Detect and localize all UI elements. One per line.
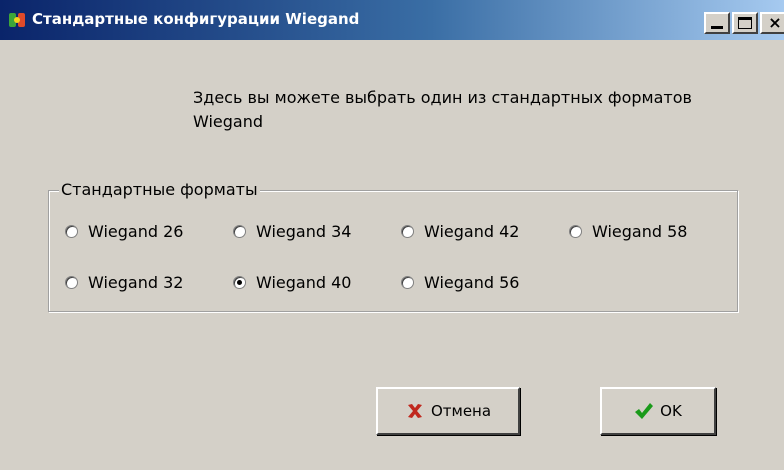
radio-button-checked-icon[interactable] bbox=[233, 275, 246, 289]
radio-button-icon[interactable] bbox=[65, 224, 78, 238]
radio-button-icon[interactable] bbox=[401, 275, 414, 289]
radio-wiegand-42[interactable]: Wiegand 42 bbox=[401, 219, 519, 243]
radio-wiegand-40[interactable]: Wiegand 40 bbox=[233, 270, 351, 294]
green-checkmark-icon bbox=[635, 403, 654, 419]
standard-formats-group: Стандартные форматы Wiegand 26 Wiegand 3… bbox=[48, 180, 738, 312]
description-text: Здесь вы можете выбрать один из стандарт… bbox=[193, 88, 692, 131]
radio-button-icon[interactable] bbox=[233, 224, 246, 238]
window-title: Стандартные конфигурации Wiegand bbox=[32, 10, 360, 28]
ok-button-label: OK bbox=[660, 402, 682, 420]
ok-button[interactable]: OK bbox=[600, 387, 716, 435]
app-icon bbox=[9, 13, 25, 27]
group-title: Стандартные форматы bbox=[59, 180, 260, 200]
radio-label: Wiegand 58 bbox=[592, 221, 688, 241]
radio-label: Wiegand 56 bbox=[424, 272, 520, 292]
radio-wiegand-32[interactable]: Wiegand 32 bbox=[65, 270, 183, 294]
wiegand-config-dialog: Стандартные конфигурации Wiegand × Здесь… bbox=[0, 0, 784, 470]
cancel-button-label: Отмена bbox=[430, 402, 492, 420]
radio-label: Wiegand 42 bbox=[424, 221, 520, 241]
title-bar[interactable]: Стандартные конфигурации Wiegand × bbox=[0, 0, 784, 40]
radio-label: Wiegand 34 bbox=[256, 221, 352, 241]
radio-wiegand-58[interactable]: Wiegand 58 bbox=[569, 219, 687, 243]
maximize-button[interactable] bbox=[732, 12, 758, 34]
close-icon: × bbox=[768, 13, 782, 32]
minimize-button[interactable] bbox=[704, 12, 730, 34]
radio-button-icon[interactable] bbox=[401, 224, 414, 238]
radio-wiegand-34[interactable]: Wiegand 34 bbox=[233, 219, 351, 243]
radio-wiegand-26[interactable]: Wiegand 26 bbox=[65, 219, 183, 243]
radio-button-icon[interactable] bbox=[65, 275, 78, 289]
radio-wiegand-56[interactable]: Wiegand 56 bbox=[401, 270, 519, 294]
radio-label: Wiegand 40 bbox=[256, 272, 352, 292]
radio-button-icon[interactable] bbox=[569, 224, 582, 238]
radio-label: Wiegand 32 bbox=[88, 272, 184, 292]
maximize-icon bbox=[738, 17, 752, 29]
minimize-icon bbox=[711, 26, 723, 29]
red-x-icon bbox=[407, 404, 422, 418]
close-button[interactable]: × bbox=[760, 12, 784, 34]
cancel-button[interactable]: Отмена bbox=[376, 387, 520, 435]
radio-label: Wiegand 26 bbox=[88, 221, 184, 241]
